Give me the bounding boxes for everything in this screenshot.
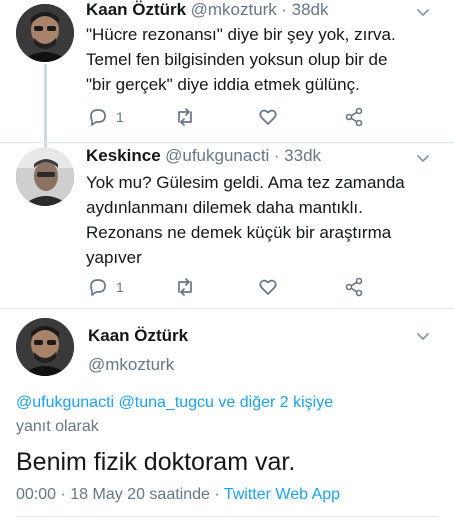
reply-button[interactable]: 1 [88,106,124,128]
tweet-time[interactable]: · 38dk [281,0,328,19]
chevron-down-icon[interactable] [416,330,430,344]
retweet-icon [178,278,192,296]
retweet-button[interactable] [174,106,196,128]
tweet-text-line: aydınlanmanı dilemek daha mantıklı. [86,198,363,217]
tweet-text-line: Temel fen bilgisinden yoksun olup bir de [86,50,388,69]
author-name[interactable]: Kaan Öztürk [88,326,188,346]
divider [0,142,454,143]
tweet-text-line: Rezonans ne demek küçük bir araştırma [86,223,392,242]
main-tweet-text: Benim fizik doktoram var. [16,448,296,476]
tweet-text: "Hücre rezonansı" diye bir şey yok, zırv… [86,22,446,97]
like-icon [259,279,277,295]
avatar-keskince[interactable] [16,148,74,206]
thread-connector [44,64,47,148]
reply-button[interactable]: 1 [88,276,124,298]
reply-context: @ufukgunacti @tuna_tugcu ve diğer 2 kişi… [16,394,333,412]
reply-count: 1 [116,279,124,295]
reply-icon [90,109,106,126]
like-button[interactable] [258,276,278,298]
retweet-button[interactable] [174,276,196,298]
reply-count: 1 [116,109,124,125]
author-name[interactable]: Kaan Öztürk [86,0,186,19]
tweet-header: Kaan Öztürk @mkozturk · 38dk [86,0,329,20]
author-name[interactable]: Keskince [86,146,161,165]
avatar-kaan-ozturk[interactable] [16,4,74,62]
share-icon [345,277,363,297]
tweet-text-line: Yok mu? Gülesim geldi. Ama tez zamanda [86,173,405,192]
author-handle[interactable]: @mkozturk [191,0,277,19]
divider [16,516,438,517]
timestamp[interactable]: 00:00 · 18 May 20 saatinde · [16,486,220,503]
author-handle[interactable]: @ufukgunacti [165,146,269,165]
reply-context-suffix: yanıt olarak [16,418,99,435]
avatar-kaan-ozturk[interactable] [16,318,74,376]
tweet-time[interactable]: · 33dk [274,146,321,165]
tweet-footer: 00:00 · 18 May 20 saatinde · Twitter Web… [16,486,340,504]
like-icon [259,109,277,125]
source-app-link[interactable]: Twitter Web App [224,486,340,503]
share-button[interactable] [344,276,364,298]
reply-others-link[interactable]: ve diğer 2 kişiye [218,394,333,411]
divider [0,308,454,309]
tweet-text-line: "bir gerçek" diye iddia etmek gülünç. [86,75,360,94]
chevron-down-icon[interactable] [416,152,430,166]
share-button[interactable] [344,106,364,128]
reply-icon [90,279,106,296]
tweet-text: Yok mu? Gülesim geldi. Ama tez zamanda a… [86,170,446,270]
share-icon [345,107,363,127]
reply-mention[interactable]: @ufukgunacti [16,394,114,411]
reply-mention[interactable]: @tuna_tugcu [119,394,214,411]
retweet-icon [178,108,192,126]
like-button[interactable] [258,106,278,128]
tweet-text-line: yapıver [86,248,142,267]
author-handle[interactable]: @mkozturk [88,355,174,375]
chevron-down-icon[interactable] [416,6,430,20]
tweet-text-line: "Hücre rezonansı" diye bir şey yok, zırv… [86,25,396,44]
tweet-header: Keskince @ufukgunacti · 33dk [86,146,321,166]
